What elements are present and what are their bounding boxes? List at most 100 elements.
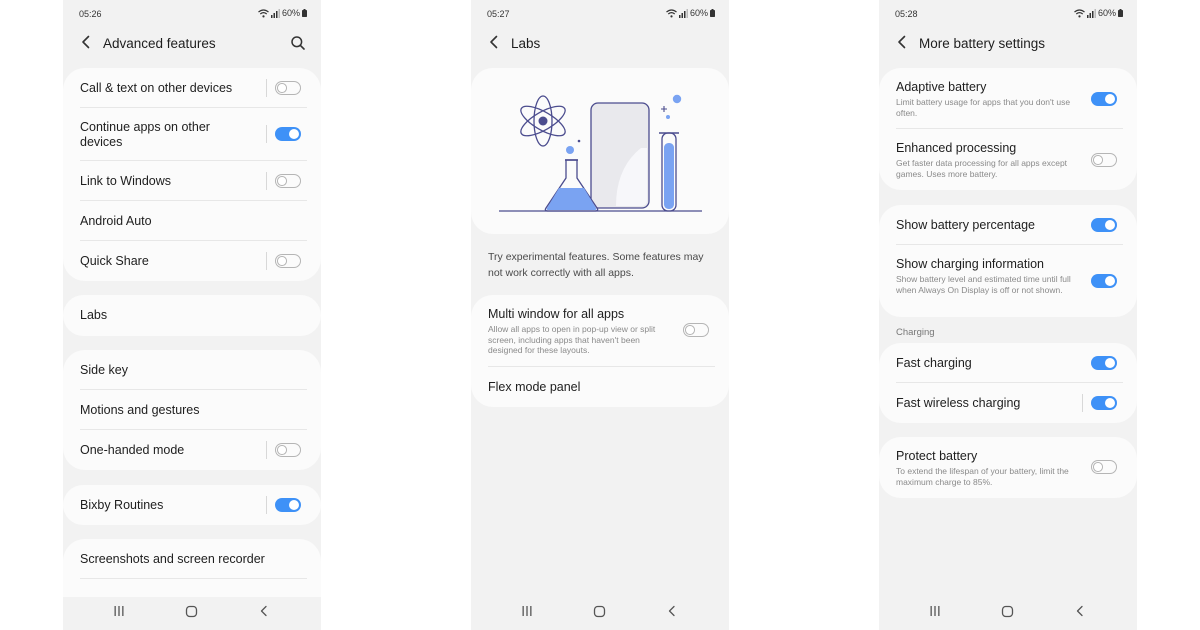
toggle-knob [1105, 94, 1115, 104]
continue-apps-toggle[interactable] [275, 127, 301, 141]
battery-icon [302, 9, 307, 17]
battery-percent: 60% [1097, 8, 1116, 18]
setting-enhanced-processing[interactable]: Enhanced processing Get faster data proc… [879, 129, 1137, 190]
status-bar: 05:27 60% [471, 0, 729, 28]
wifi-icon [1074, 8, 1085, 17]
toggle-knob [277, 83, 287, 93]
one-handed-toggle[interactable] [275, 443, 301, 457]
settings-card: Fast charging Fast wireless charging [879, 343, 1137, 423]
setting-android-auto[interactable]: Android Auto [63, 201, 321, 241]
quick-share-toggle[interactable] [275, 254, 301, 268]
protect-battery-toggle[interactable] [1091, 460, 1117, 474]
setting-label: Screenshots and screen recorder [80, 552, 265, 566]
toggle-knob [277, 445, 287, 455]
setting-labs[interactable]: Labs [63, 295, 321, 336]
setting-label: Android Auto [80, 214, 152, 228]
status-time: 05:28 [895, 9, 918, 19]
setting-one-handed[interactable]: One-handed mode [63, 430, 321, 470]
lab-experiment-illustration [499, 94, 702, 212]
home-icon[interactable] [185, 605, 198, 618]
back-icon[interactable] [1075, 605, 1085, 617]
home-icon[interactable] [593, 605, 606, 618]
wifi-icon [258, 8, 269, 17]
divider [266, 79, 267, 97]
battery-settings-screen: 05:28 60% More battery settings Adaptive… [879, 0, 1137, 630]
toggle-knob [277, 256, 287, 266]
multi-window-toggle[interactable] [683, 323, 709, 337]
setting-show-charging-info[interactable]: Show charging information Show battery l… [879, 245, 1137, 317]
toggle-knob [1105, 398, 1115, 408]
setting-quick-share[interactable]: Quick Share [63, 241, 321, 281]
signal-icon [678, 8, 688, 18]
signal-icon [1086, 8, 1096, 18]
enhanced-processing-toggle[interactable] [1091, 153, 1117, 167]
signal-icon [270, 8, 280, 18]
fast-wireless-charging-toggle[interactable] [1091, 396, 1117, 410]
advanced-features-screen: 05:26 60% Advanced features Call & text … [63, 0, 321, 630]
toggle-knob [289, 500, 299, 510]
chevron-left-icon[interactable] [78, 34, 94, 50]
setting-flex-mode[interactable]: Flex mode panel [471, 367, 729, 407]
recents-icon[interactable] [113, 605, 125, 617]
setting-protect-battery[interactable]: Protect battery To extend the lifespan o… [879, 437, 1137, 498]
battery-icon [710, 9, 715, 17]
setting-adaptive-battery[interactable]: Adaptive battery Limit battery usage for… [879, 68, 1137, 129]
status-bar: 05:28 60% [879, 0, 1137, 28]
labs-illustration-card [471, 68, 729, 234]
setting-description: Get faster data processing for all apps … [896, 158, 1068, 179]
setting-label: Link to Windows [80, 174, 172, 188]
setting-label: Motions and gestures [80, 403, 200, 417]
setting-continue-apps[interactable]: Continue apps on other devices [63, 108, 321, 161]
chevron-left-icon[interactable] [486, 34, 502, 50]
adaptive-battery-toggle[interactable] [1091, 92, 1117, 106]
setting-label: Bixby Routines [80, 498, 164, 512]
setting-description: To extend the lifespan of your battery, … [896, 466, 1069, 487]
divider [266, 252, 267, 270]
settings-card: Show battery percentage Show charging in… [879, 205, 1137, 317]
divider [266, 125, 267, 143]
charging-info-toggle[interactable] [1091, 274, 1117, 288]
recents-icon[interactable] [521, 605, 533, 617]
setting-label: Flex mode panel [488, 380, 581, 394]
divider [266, 496, 267, 514]
back-icon[interactable] [259, 605, 269, 617]
bixby-routines-toggle[interactable] [275, 498, 301, 512]
setting-side-key[interactable]: Side key [63, 350, 321, 390]
fast-charging-toggle[interactable] [1091, 356, 1117, 370]
setting-label: Labs [80, 308, 108, 322]
setting-screenshots[interactable]: Screenshots and screen recorder [63, 539, 321, 579]
section-header-charging: Charging [896, 327, 935, 338]
chevron-left-icon[interactable] [894, 34, 910, 50]
toggle-knob [289, 129, 299, 139]
back-icon[interactable] [667, 605, 677, 617]
search-icon[interactable] [290, 35, 306, 51]
setting-fast-wireless-charging[interactable]: Fast wireless charging [879, 383, 1137, 423]
page-title: More battery settings [919, 36, 1046, 51]
setting-label: Side key [80, 363, 128, 377]
battery-percentage-toggle[interactable] [1091, 218, 1117, 232]
page-title: Labs [511, 36, 541, 51]
settings-card: Side key Motions and gestures One-handed… [63, 350, 321, 470]
wifi-icon [666, 8, 677, 17]
setting-label: Protect battery [896, 449, 978, 463]
home-icon[interactable] [1001, 605, 1014, 618]
settings-card: Adaptive battery Limit battery usage for… [879, 68, 1137, 190]
navigation-bar [471, 597, 729, 630]
settings-card: Labs [63, 295, 321, 336]
setting-label: Quick Share [80, 254, 149, 268]
link-windows-toggle[interactable] [275, 174, 301, 188]
setting-motions-gestures[interactable]: Motions and gestures [63, 390, 321, 430]
app-bar: More battery settings [879, 28, 1137, 58]
page-title: Advanced features [103, 36, 216, 51]
setting-call-text[interactable]: Call & text on other devices [63, 68, 321, 108]
atom-nucleus [538, 116, 548, 126]
toggle-knob [1105, 358, 1115, 368]
settings-card: Call & text on other devices Continue ap… [63, 68, 321, 281]
setting-fast-charging[interactable]: Fast charging [879, 343, 1137, 383]
setting-bixby-routines[interactable]: Bixby Routines [63, 485, 321, 525]
setting-show-battery-percentage[interactable]: Show battery percentage [879, 205, 1137, 245]
setting-multi-window[interactable]: Multi window for all apps Allow all apps… [471, 295, 729, 367]
call-text-toggle[interactable] [275, 81, 301, 95]
recents-icon[interactable] [929, 605, 941, 617]
setting-link-windows[interactable]: Link to Windows [63, 161, 321, 201]
